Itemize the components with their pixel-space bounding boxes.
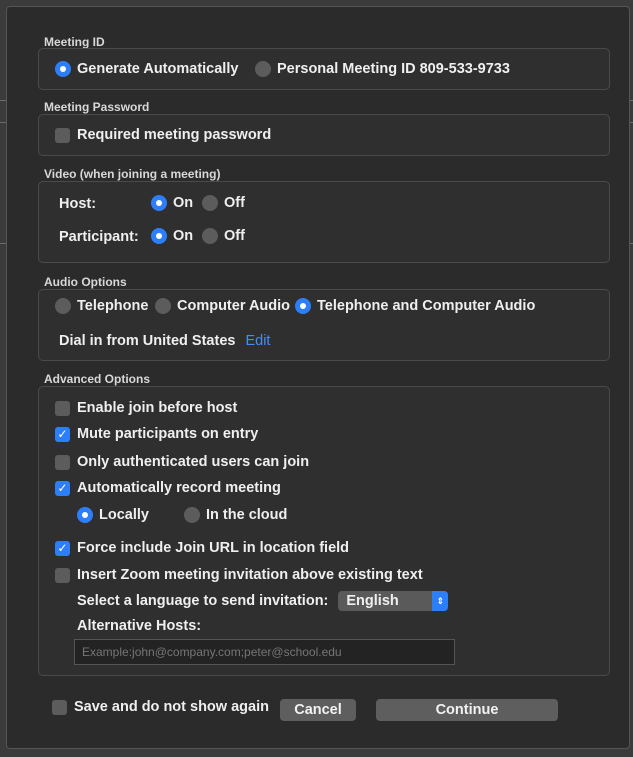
mute-on-entry-checkbox[interactable]: ✓ — [55, 426, 70, 442]
audio-both-option[interactable]: Telephone and Computer Audio — [295, 298, 535, 314]
host-off-label: Off — [224, 195, 245, 211]
mute-on-entry-option[interactable]: ✓ Mute participants on entry — [55, 426, 258, 442]
host-on-radio[interactable] — [151, 195, 167, 211]
dial-in-row: Dial in from United States Edit — [59, 333, 270, 349]
participant-off-radio[interactable] — [202, 228, 218, 244]
participant-on-option[interactable]: On — [151, 228, 193, 244]
participant-label: Participant: — [59, 229, 139, 245]
join-before-host-checkbox[interactable] — [55, 400, 70, 416]
authenticated-only-label: Only authenticated users can join — [77, 454, 310, 470]
personal-meeting-id-option[interactable]: Personal Meeting ID 809-533-9733 — [255, 61, 510, 77]
participant-off-option[interactable]: Off — [202, 228, 245, 244]
join-before-host-label: Enable join before host — [77, 400, 238, 416]
dial-in-edit-link[interactable]: Edit — [245, 333, 270, 349]
dial-in-label: Dial in from United States — [59, 333, 236, 349]
save-no-show-label: Save and do not show again — [74, 699, 269, 715]
required-password-option[interactable]: Required meeting password — [55, 127, 271, 143]
auto-record-option[interactable]: ✓ Automatically record meeting — [55, 480, 281, 496]
continue-button[interactable]: Continue — [376, 699, 558, 721]
force-join-url-option[interactable]: ✓ Force include Join URL in location fie… — [55, 540, 349, 556]
video-title: Video (when joining a meeting) — [44, 167, 221, 181]
record-cloud-label: In the cloud — [206, 507, 288, 523]
host-off-radio[interactable] — [202, 195, 218, 211]
personal-meeting-id-label: Personal Meeting ID 809-533-9733 — [277, 61, 510, 77]
host-off-option[interactable]: Off — [202, 195, 245, 211]
audio-both-radio[interactable] — [295, 298, 311, 314]
record-cloud-radio[interactable] — [184, 507, 200, 523]
force-join-url-checkbox[interactable]: ✓ — [55, 540, 70, 556]
insert-invitation-label: Insert Zoom meeting invitation above exi… — [77, 567, 423, 583]
meeting-id-title: Meeting ID — [44, 35, 105, 49]
audio-telephone-radio[interactable] — [55, 298, 71, 314]
audio-telephone-label: Telephone — [77, 298, 149, 314]
alt-hosts-label: Alternative Hosts: — [77, 618, 202, 634]
meeting-password-title: Meeting Password — [44, 100, 150, 114]
participant-on-radio[interactable] — [151, 228, 167, 244]
record-cloud-option[interactable]: In the cloud — [184, 507, 287, 523]
auto-record-checkbox[interactable]: ✓ — [55, 480, 70, 496]
video-group — [38, 181, 610, 263]
audio-computer-label: Computer Audio — [177, 298, 291, 314]
host-on-option[interactable]: On — [151, 195, 193, 211]
record-locally-radio[interactable] — [77, 507, 93, 523]
auto-record-label: Automatically record meeting — [77, 480, 281, 496]
language-row: Select a language to send invitation: En… — [77, 591, 449, 611]
save-no-show-option[interactable]: Save and do not show again — [52, 699, 269, 715]
host-label: Host: — [59, 196, 96, 212]
insert-invitation-option[interactable]: Insert Zoom meeting invitation above exi… — [55, 567, 423, 583]
language-select[interactable]: English ⇕ — [338, 591, 449, 611]
insert-invitation-checkbox[interactable] — [55, 567, 70, 583]
save-no-show-checkbox[interactable] — [52, 699, 67, 715]
participant-on-label: On — [173, 228, 194, 244]
personal-meeting-id-radio[interactable] — [255, 61, 271, 77]
join-before-host-option[interactable]: Enable join before host — [55, 400, 237, 416]
audio-computer-radio[interactable] — [155, 298, 171, 314]
generate-automatically-label: Generate Automatically — [77, 61, 239, 77]
alt-hosts-input[interactable] — [74, 639, 455, 665]
required-password-checkbox[interactable] — [55, 127, 70, 143]
audio-options-title: Audio Options — [44, 275, 127, 289]
host-label-text: Host: — [59, 196, 97, 212]
record-locally-label: Locally — [99, 507, 149, 523]
host-on-label: On — [173, 195, 194, 211]
mute-on-entry-label: Mute participants on entry — [77, 426, 259, 442]
authenticated-only-checkbox[interactable] — [55, 454, 70, 470]
audio-computer-option[interactable]: Computer Audio — [155, 298, 290, 314]
alt-hosts-row: Alternative Hosts: — [77, 618, 201, 634]
audio-both-label: Telephone and Computer Audio — [317, 298, 536, 314]
advanced-options-title: Advanced Options — [44, 372, 151, 386]
participant-off-label: Off — [224, 228, 245, 244]
required-password-label: Required meeting password — [77, 127, 272, 143]
updown-chevron-icon: ⇕ — [432, 591, 449, 611]
authenticated-only-option[interactable]: Only authenticated users can join — [55, 454, 309, 470]
generate-automatically-radio[interactable] — [55, 61, 71, 77]
audio-telephone-option[interactable]: Telephone — [55, 298, 148, 314]
language-select-value: English — [346, 593, 399, 609]
participant-label-text: Participant: — [59, 229, 139, 245]
generate-automatically-option[interactable]: Generate Automatically — [55, 61, 238, 77]
record-locally-option[interactable]: Locally — [77, 507, 149, 523]
language-label: Select a language to send invitation: — [77, 593, 329, 609]
force-join-url-label: Force include Join URL in location field — [77, 540, 350, 556]
cancel-button[interactable]: Cancel — [280, 699, 356, 721]
